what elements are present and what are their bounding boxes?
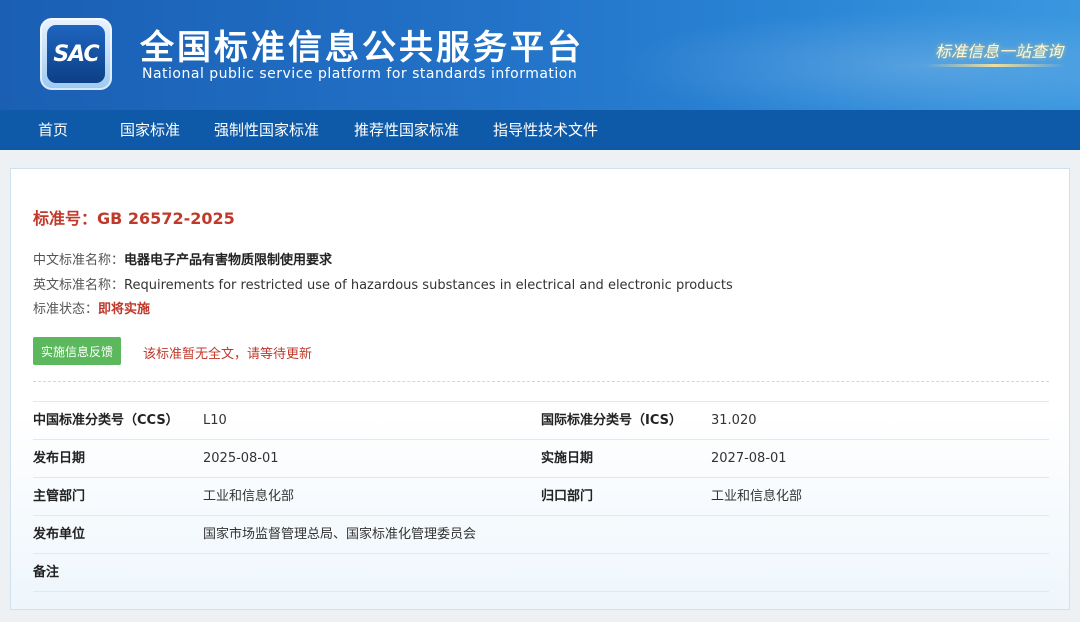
site-header: SAC 全国标准信息公共服务平台 National public service… [0,0,1080,110]
en-name-value: Requirements for restricted use of hazar… [124,278,733,293]
table-row: 主管部门 工业和信息化部 归口部门 工业和信息化部 [33,477,1049,515]
section-divider [33,381,1049,382]
site-title-zh: 全国标准信息公共服务平台 [140,28,584,68]
remarks-label: 备注 [33,565,60,580]
detail-table: 中国标准分类号（CCS） L10 国际标准分类号（ICS） 31.020 发布日… [33,401,1049,592]
cn-name-label: 中文标准名称： [33,253,125,268]
publisher-value: 国家市场监督管理总局、国家标准化管理委员会 [203,527,477,542]
en-name-row: 英文标准名称：Requirements for restricted use o… [33,274,733,293]
competent-dept-value: 工业和信息化部 [203,489,295,504]
status-row: 标准状态：即将实施 [33,298,150,317]
feedback-button[interactable]: 实施信息反馈 [33,337,121,365]
status-label: 标准状态： [33,302,99,317]
en-name-label: 英文标准名称： [33,278,125,293]
status-value: 即将实施 [98,302,151,317]
ics-value: 31.020 [711,413,757,428]
main-nav: 首页 国家标准 强制性国家标准 推荐性国家标准 指导性技术文件 [0,110,1080,150]
standard-number: 标准号：GB 26572-2025 [33,205,235,229]
table-row: 备注 [33,553,1049,592]
ccs-label: 中国标准分类号（CCS） [33,413,179,428]
standard-number-label: 标准号： [33,209,98,228]
centralized-dept-value: 工业和信息化部 [711,489,803,504]
slogan-underline [925,64,1065,67]
nav-item-guidance-documents[interactable]: 指导性技术文件 [493,110,598,150]
sac-logo-text: SAC [47,25,105,83]
effective-date-value: 2027-08-01 [711,451,787,466]
cn-name-value: 电器电子产品有害物质限制使用要求 [124,253,333,268]
header-slogan: 标准信息一站查询 [935,42,1064,61]
nav-item-recommended-standards[interactable]: 推荐性国家标准 [354,110,459,150]
publish-date-value: 2025-08-01 [203,451,279,466]
nav-item-mandatory-standards[interactable]: 强制性国家标准 [214,110,319,150]
table-row: 发布单位 国家市场监督管理总局、国家标准化管理委员会 [33,515,1049,553]
cn-name-row: 中文标准名称：电器电子产品有害物质限制使用要求 [33,249,332,268]
centralized-dept-label: 归口部门 [541,489,594,504]
standard-detail-card: 标准号：GB 26572-2025 中文标准名称：电器电子产品有害物质限制使用要… [10,168,1070,610]
sac-logo[interactable]: SAC [40,18,112,90]
fulltext-notice: 该标准暂无全文，请等待更新 [143,347,313,362]
competent-dept-label: 主管部门 [33,489,86,504]
standard-number-value: GB 26572-2025 [97,209,235,228]
nav-item-home[interactable]: 首页 [38,110,68,150]
site-title-en: National public service platform for sta… [142,66,578,82]
publish-date-label: 发布日期 [33,451,86,466]
publisher-label: 发布单位 [33,527,86,542]
ccs-value: L10 [203,413,227,428]
effective-date-label: 实施日期 [541,451,594,466]
nav-item-national-standards[interactable]: 国家标准 [120,110,180,150]
table-row: 发布日期 2025-08-01 实施日期 2027-08-01 [33,439,1049,477]
table-row: 中国标准分类号（CCS） L10 国际标准分类号（ICS） 31.020 [33,401,1049,439]
ics-label: 国际标准分类号（ICS） [541,413,682,428]
